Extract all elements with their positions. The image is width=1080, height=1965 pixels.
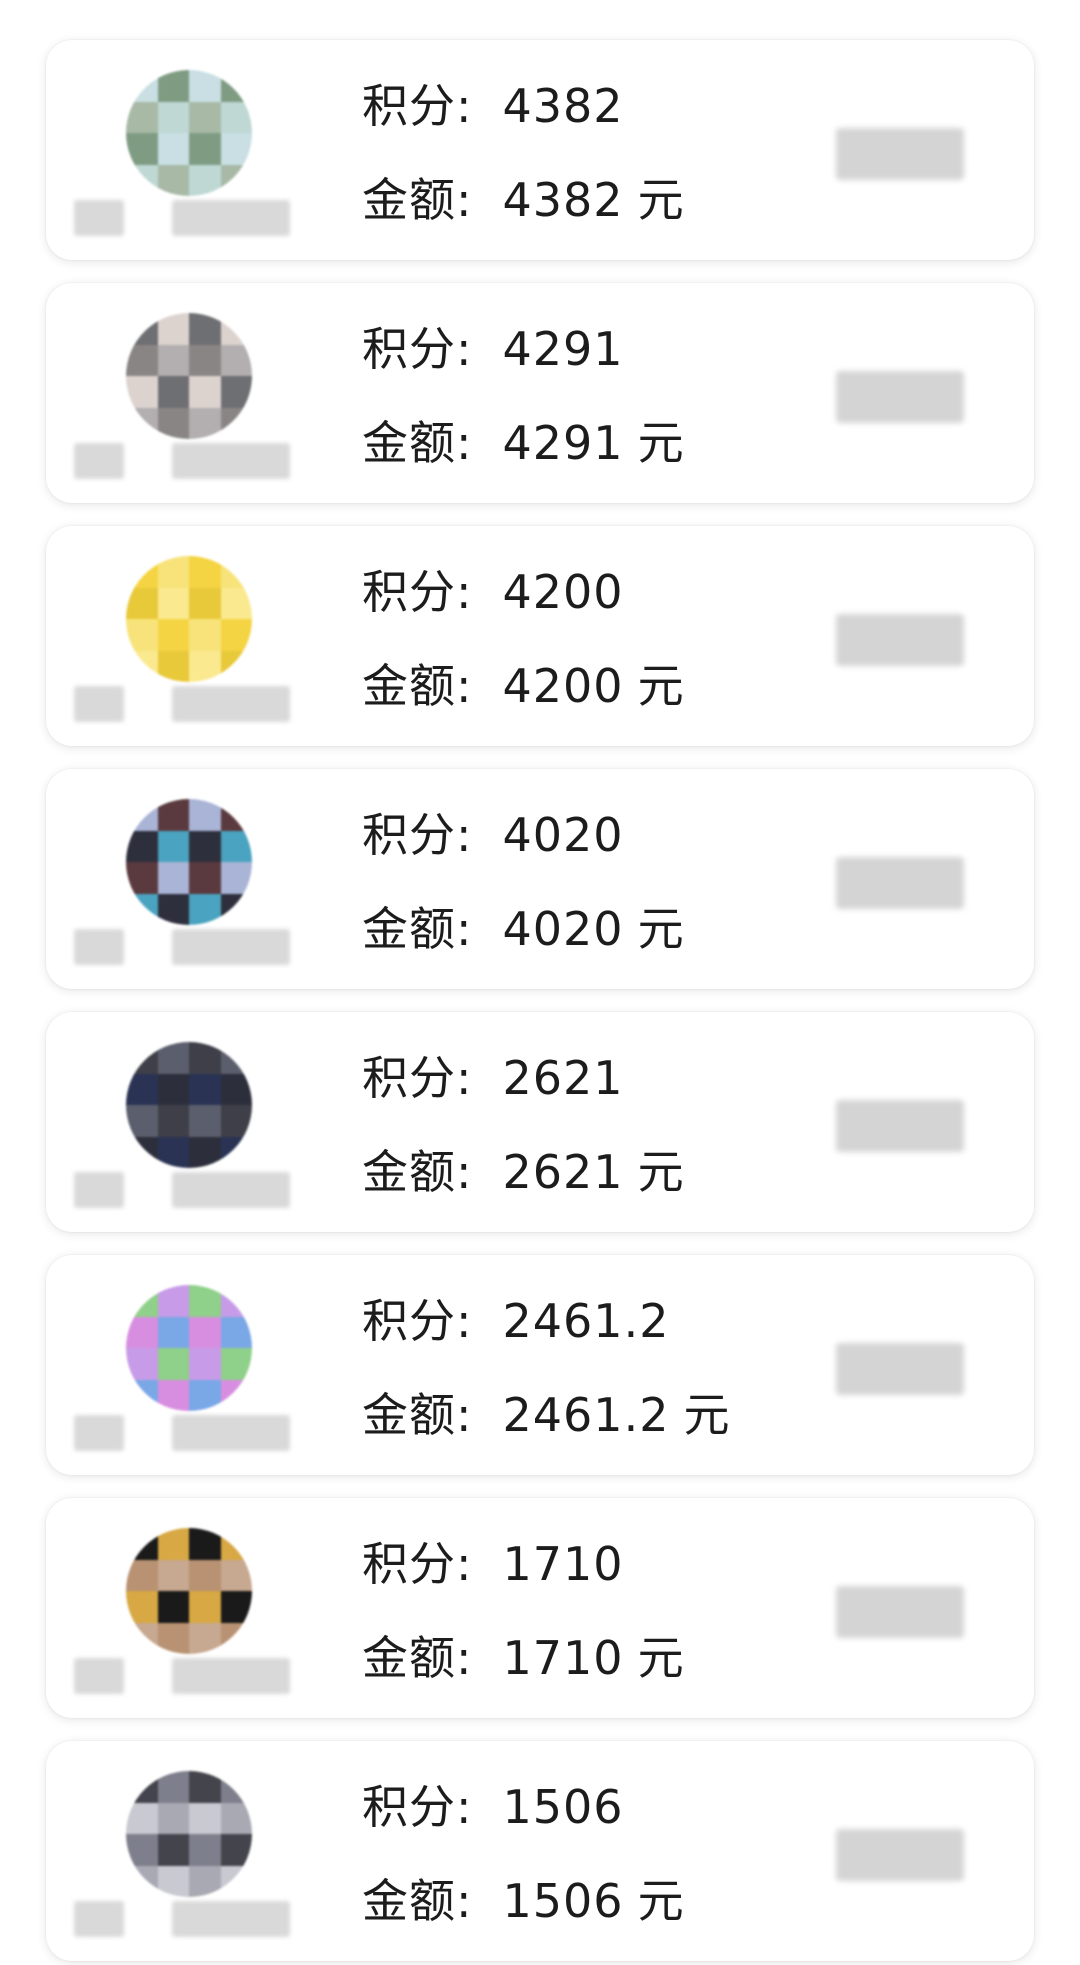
blurred-tag xyxy=(836,1343,964,1395)
blurred-tag xyxy=(836,1100,964,1152)
score-row: 积分: 1710 xyxy=(362,1528,624,1594)
score-row: 积分: 2621 xyxy=(362,1042,624,1108)
score-label: 积分: xyxy=(362,1780,473,1834)
list-item[interactable]: 积分: 4291 金额: 4291 元 xyxy=(46,283,1034,503)
score-label: 积分: xyxy=(362,1537,473,1591)
score-value: 4020 xyxy=(502,808,624,862)
blurred-tag xyxy=(836,371,964,423)
avatar xyxy=(126,1042,252,1168)
amount-label: 金额: xyxy=(362,416,473,470)
amount-row: 金额: 2461.2 元 xyxy=(362,1379,730,1445)
score-row: 积分: 2461.2 xyxy=(362,1285,669,1351)
amount-value: 1710 xyxy=(502,1631,624,1685)
list-item[interactable]: 积分: 2461.2 金额: 2461.2 元 xyxy=(46,1255,1034,1475)
amount-unit: 元 xyxy=(637,659,685,713)
score-value: 2621 xyxy=(502,1051,624,1105)
avatar xyxy=(126,1771,252,1897)
blurred-tag xyxy=(836,857,964,909)
avatar xyxy=(126,556,252,682)
score-value: 2461.2 xyxy=(502,1294,670,1348)
avatar xyxy=(126,1285,252,1411)
blurred-tag xyxy=(836,128,964,180)
avatar xyxy=(126,313,252,439)
list-item[interactable]: 积分: 4200 金额: 4200 元 xyxy=(46,526,1034,746)
score-label: 积分: xyxy=(362,322,473,376)
list-item[interactable]: 积分: 4020 金额: 4020 元 xyxy=(46,769,1034,989)
amount-label: 金额: xyxy=(362,173,473,227)
avatar xyxy=(126,70,252,196)
amount-unit: 元 xyxy=(683,1388,731,1442)
amount-value: 4382 xyxy=(502,173,624,227)
score-label: 积分: xyxy=(362,808,473,862)
amount-row: 金额: 4382 元 xyxy=(362,164,685,230)
list-item[interactable]: 积分: 2621 金额: 2621 元 xyxy=(46,1012,1034,1232)
nickname-blurred xyxy=(74,443,290,479)
list-item[interactable]: 积分: 1710 金额: 1710 元 xyxy=(46,1498,1034,1718)
avatar xyxy=(126,1528,252,1654)
score-value: 1710 xyxy=(502,1537,624,1591)
amount-value: 4291 xyxy=(502,416,624,470)
score-row: 积分: 1506 xyxy=(362,1771,624,1837)
amount-label: 金额: xyxy=(362,1388,473,1442)
amount-row: 金额: 1710 元 xyxy=(362,1622,685,1688)
score-value: 4291 xyxy=(502,322,624,376)
amount-value: 2461.2 xyxy=(502,1388,670,1442)
score-row: 积分: 4200 xyxy=(362,556,624,622)
blurred-tag xyxy=(836,614,964,666)
amount-row: 金额: 4200 元 xyxy=(362,650,685,716)
score-row: 积分: 4382 xyxy=(362,70,624,136)
amount-row: 金额: 1506 元 xyxy=(362,1865,685,1931)
amount-unit: 元 xyxy=(637,1874,685,1928)
score-label: 积分: xyxy=(362,565,473,619)
amount-unit: 元 xyxy=(637,902,685,956)
nickname-blurred xyxy=(74,929,290,965)
list-item[interactable]: 积分: 1506 金额: 1506 元 xyxy=(46,1741,1034,1961)
nickname-blurred xyxy=(74,1901,290,1937)
amount-unit: 元 xyxy=(637,1145,685,1199)
amount-label: 金额: xyxy=(362,1631,473,1685)
amount-unit: 元 xyxy=(637,416,685,470)
score-row: 积分: 4020 xyxy=(362,799,624,865)
amount-row: 金额: 2621 元 xyxy=(362,1136,685,1202)
blurred-tag xyxy=(836,1829,964,1881)
nickname-blurred xyxy=(74,1658,290,1694)
list-item[interactable]: 积分: 4382 金额: 4382 元 xyxy=(46,40,1034,260)
nickname-blurred xyxy=(74,1415,290,1451)
amount-label: 金额: xyxy=(362,1145,473,1199)
blurred-tag xyxy=(836,1586,964,1638)
amount-row: 金额: 4291 元 xyxy=(362,407,685,473)
amount-label: 金额: xyxy=(362,1874,473,1928)
amount-row: 金额: 4020 元 xyxy=(362,893,685,959)
score-label: 积分: xyxy=(362,79,473,133)
amount-label: 金额: xyxy=(362,902,473,956)
nickname-blurred xyxy=(74,200,290,236)
score-value: 4382 xyxy=(502,79,624,133)
score-value: 4200 xyxy=(502,565,624,619)
amount-unit: 元 xyxy=(637,1631,685,1685)
amount-value: 1506 xyxy=(502,1874,624,1928)
amount-label: 金额: xyxy=(362,659,473,713)
score-label: 积分: xyxy=(362,1051,473,1105)
amount-value: 4020 xyxy=(502,902,624,956)
nickname-blurred xyxy=(74,686,290,722)
score-label: 积分: xyxy=(362,1294,473,1348)
amount-unit: 元 xyxy=(637,173,685,227)
score-value: 1506 xyxy=(502,1780,624,1834)
nickname-blurred xyxy=(74,1172,290,1208)
score-row: 积分: 4291 xyxy=(362,313,624,379)
amount-value: 4200 xyxy=(502,659,624,713)
avatar xyxy=(126,799,252,925)
amount-value: 2621 xyxy=(502,1145,624,1199)
